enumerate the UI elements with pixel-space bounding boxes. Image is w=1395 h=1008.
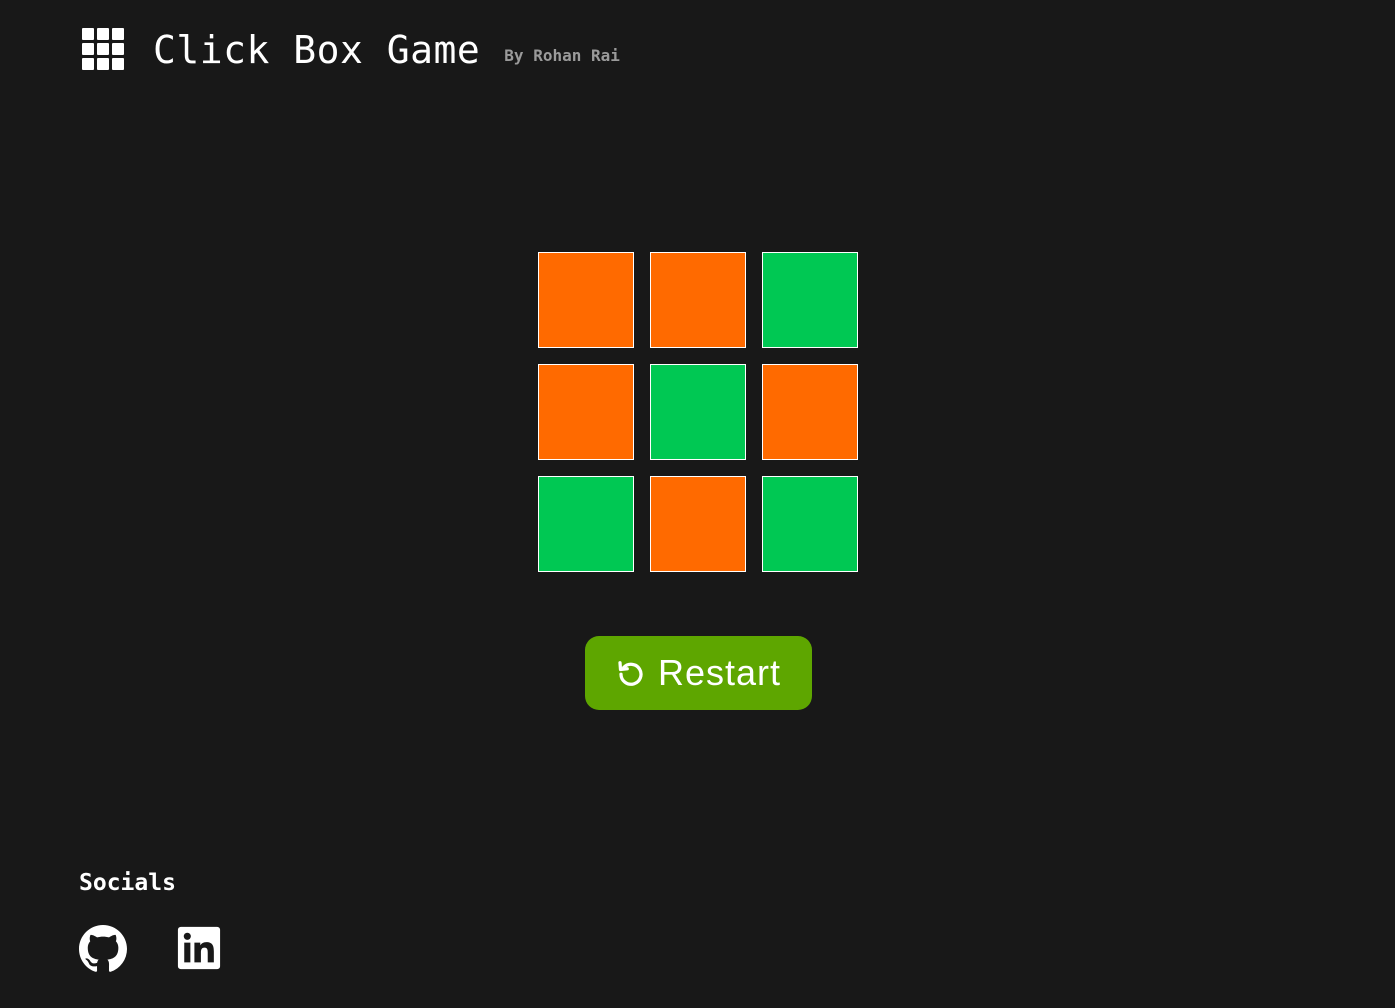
grid-icon [82,28,126,72]
linkedin-link[interactable] [176,925,222,971]
restart-icon [618,661,643,686]
game-box[interactable] [538,364,634,460]
restart-label: Restart [657,652,782,693]
socials-heading: Socials [79,870,176,896]
game-board [538,252,858,572]
github-icon [79,925,127,972]
game-box[interactable] [650,364,746,460]
header: Click Box Game By Rohan Rai [82,27,620,73]
linkedin-icon [177,926,221,970]
page-title: Click Box Game [153,28,481,72]
game-box[interactable] [538,476,634,572]
game-box[interactable] [762,252,858,348]
game-box[interactable] [650,252,746,348]
restart-button[interactable]: Restart [585,636,812,710]
author-byline: By Rohan Rai [504,45,620,65]
github-link[interactable] [79,925,127,972]
game-box[interactable] [538,252,634,348]
game-box[interactable] [762,364,858,460]
game-box[interactable] [650,476,746,572]
game-box[interactable] [762,476,858,572]
page: Click Box Game By Rohan Rai Restart Soci… [0,0,1395,1008]
